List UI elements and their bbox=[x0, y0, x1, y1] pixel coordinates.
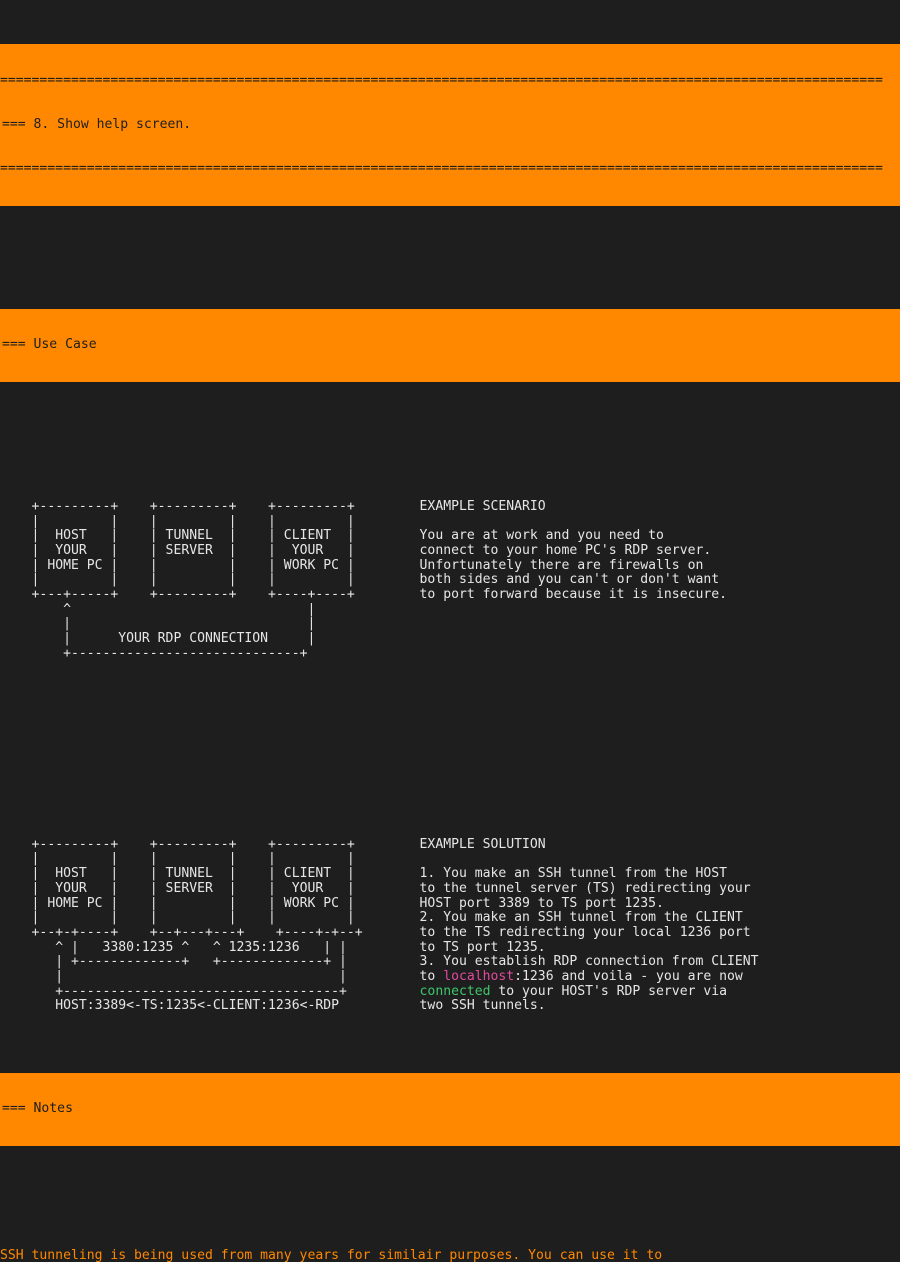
diagram-line: ^ | bbox=[31, 601, 316, 617]
diagram-line: +-----------------------------------+ bbox=[31, 983, 347, 999]
example-scenario-text: EXAMPLE SCENARIO You are at work and you… bbox=[419, 498, 727, 603]
localhost-line-suffix: :1236 and voila - you are now bbox=[514, 968, 743, 984]
diagram-line: | | | | | | bbox=[31, 910, 355, 926]
scenario-line: both sides and you can't or don't want bbox=[419, 572, 720, 588]
scenario-title: EXAMPLE SCENARIO bbox=[419, 498, 546, 514]
diagram-line: | +-------------+ +-------------+ | bbox=[31, 954, 347, 970]
solution-line: 1. You make an SSH tunnel from the HOST bbox=[419, 866, 727, 882]
scenario-line: to port forward because it is insecure. bbox=[419, 586, 727, 602]
page-title: === 8. Show help screen. bbox=[2, 116, 192, 132]
spacer-after-usecase-heading bbox=[0, 426, 900, 441]
solution-diagram: +---------+ +---------+ +---------+ | | |… bbox=[31, 836, 420, 1014]
diagram-line: | HOME PC | | | | WORK PC | bbox=[31, 557, 355, 573]
connected-keyword: connected bbox=[419, 983, 491, 999]
diagram-line: | YOUR | | SERVER | | YOUR | bbox=[31, 880, 355, 896]
solution-line-localhost: to localhost:1236 and voila - you are no… bbox=[419, 968, 759, 985]
header-rule-bottom: ========================================… bbox=[0, 160, 883, 176]
notes-heading: === Notes bbox=[2, 1101, 73, 1117]
localhost-keyword: localhost bbox=[443, 968, 515, 984]
diagram-line: | | | | | | bbox=[31, 572, 355, 588]
connected-line-suffix: to your HOST's RDP server via bbox=[490, 983, 727, 999]
spacer-after-header bbox=[0, 250, 900, 265]
diagram-line: | HOME PC | | | | WORK PC | bbox=[31, 895, 355, 911]
diagram-line: | | bbox=[31, 616, 316, 632]
use-case-heading: === Use Case bbox=[2, 337, 97, 353]
spacer-between-diagrams-2 bbox=[0, 764, 900, 779]
diagram-line: | | bbox=[31, 968, 347, 984]
spacer-after-notes-heading bbox=[0, 1190, 900, 1205]
solution-line-connected: connected to your HOST's RDP server via bbox=[419, 983, 759, 1000]
scenario-blank bbox=[420, 515, 727, 530]
solution-line: 3. You establish RDP connection from CLI… bbox=[419, 954, 759, 970]
spacer-between-diagrams bbox=[0, 720, 900, 735]
header-rule-top: ========================================… bbox=[0, 72, 883, 88]
diagram-line: ^ | 3380:1235 ^ ^ 1235:1236 | | bbox=[31, 939, 347, 955]
scenario-line: Unfortunately there are firewalls on bbox=[419, 557, 704, 573]
localhost-line-prefix: to bbox=[419, 968, 444, 984]
diagram-line: | HOST | | TUNNEL | | CLIENT | bbox=[31, 866, 355, 882]
use-case-row: +---------+ +---------+ +---------+ | | |… bbox=[0, 485, 900, 676]
scenario-line: connect to your home PC's RDP server. bbox=[419, 542, 712, 558]
solution-line: 2. You make an SSH tunnel from the CLIEN… bbox=[419, 910, 743, 926]
diagram-line: HOST:3389<-TS:1235<-CLIENT:1236<-RDP bbox=[31, 998, 339, 1014]
scenario-line: You are at work and you need to bbox=[419, 528, 664, 544]
diagram-line: | YOUR RDP CONNECTION | bbox=[31, 631, 316, 646]
diagram-line: | | | | | | bbox=[31, 851, 355, 867]
diagram-line: | | | | | | bbox=[31, 513, 355, 529]
diagram-line: +---+-----+ +---------+ +----+----+ bbox=[31, 586, 355, 602]
solution-line: HOST port 3389 to TS port 1235. bbox=[419, 895, 664, 911]
diagram-line: +-----------------------------+ bbox=[31, 645, 308, 661]
help-header-banner: ========================================… bbox=[0, 44, 900, 206]
use-case-diagram: +---------+ +---------+ +---------+ | | |… bbox=[31, 498, 420, 662]
diagram-line: | YOUR | | SERVER | | YOUR | bbox=[31, 542, 355, 558]
notes-line: SSH tunneling is being used from many ye… bbox=[0, 1248, 663, 1262]
use-case-heading-banner: === Use Case bbox=[0, 308, 900, 383]
solution-blank bbox=[420, 852, 759, 867]
diagram-line: +--+-+----+ +--+---+---+ +----+-+--+ bbox=[31, 924, 363, 940]
notes-heading-banner: === Notes bbox=[0, 1072, 900, 1147]
solution-line-final: two SSH tunnels. bbox=[419, 998, 546, 1014]
terminal-screen: ========================================… bbox=[0, 0, 900, 1262]
solution-line: to TS port 1235. bbox=[419, 939, 546, 955]
solution-line: to the tunnel server (TS) redirecting yo… bbox=[419, 880, 751, 896]
solution-line: to the TS redirecting your local 1236 po… bbox=[419, 924, 751, 940]
diagram-line: +---------+ +---------+ +---------+ bbox=[31, 836, 355, 852]
example-solution-text: EXAMPLE SOLUTION 1. You make an SSH tunn… bbox=[419, 836, 759, 1014]
diagram-line: | HOST | | TUNNEL | | CLIENT | bbox=[31, 528, 355, 544]
solution-title: EXAMPLE SOLUTION bbox=[419, 836, 546, 852]
solution-row: +---------+ +---------+ +---------+ | | |… bbox=[0, 823, 900, 1029]
notes-body: SSH tunneling is being used from many ye… bbox=[0, 1249, 900, 1262]
diagram-line: +---------+ +---------+ +---------+ bbox=[31, 498, 355, 514]
